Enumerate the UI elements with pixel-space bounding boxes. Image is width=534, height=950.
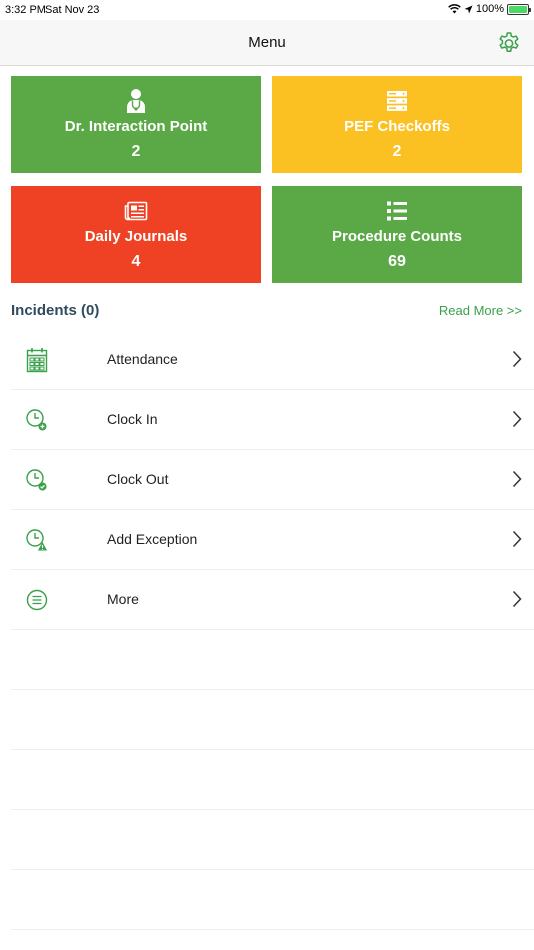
tile-label: Dr. Interaction Point bbox=[64, 117, 208, 135]
menu-item-more[interactable]: More bbox=[11, 570, 534, 630]
location-arrow-icon bbox=[464, 5, 473, 13]
chevron-right-icon bbox=[512, 590, 522, 608]
incidents-header: Incidents (0) Read More >> bbox=[11, 301, 522, 321]
tile-pef-checkoffs[interactable]: PEF Checkoffs 2 bbox=[272, 76, 522, 173]
tile-count: 4 bbox=[131, 252, 141, 270]
clock-check-icon bbox=[26, 469, 47, 491]
menu-item-clock-out[interactable]: Clock Out bbox=[11, 450, 534, 510]
tile-count: 69 bbox=[388, 252, 406, 270]
battery-percent: 100% bbox=[475, 3, 504, 15]
dashboard-tiles: Dr. Interaction Point 2 PEF Checkoffs 2 bbox=[11, 76, 522, 283]
incidents-title: Incidents (0) bbox=[11, 302, 100, 319]
newspaper-icon bbox=[124, 201, 148, 220]
tile-procedure-counts[interactable]: Procedure Counts 69 bbox=[272, 186, 522, 283]
chevron-right-icon bbox=[512, 350, 522, 368]
chevron-right-icon bbox=[512, 470, 522, 488]
page-title: Menu bbox=[248, 34, 286, 51]
settings-button[interactable] bbox=[496, 28, 522, 56]
status-date: Sat Nov 23 bbox=[45, 4, 100, 16]
tile-daily-journals[interactable]: Daily Journals 4 bbox=[11, 186, 261, 283]
navigation-bar: Menu bbox=[0, 20, 534, 66]
menu-item-label: Attendance bbox=[107, 351, 178, 367]
empty-list-row bbox=[11, 870, 534, 930]
status-indicators: 100% bbox=[448, 3, 531, 15]
chevron-right-icon bbox=[512, 410, 522, 428]
menu-item-label: Clock In bbox=[107, 411, 158, 427]
clock-warning-icon bbox=[26, 529, 47, 551]
menu-list: Attendance Clock In Clock Out Add Except… bbox=[11, 330, 534, 930]
menu-item-add-exception[interactable]: Add Exception bbox=[11, 510, 534, 570]
empty-list-row bbox=[11, 750, 534, 810]
gear-icon bbox=[499, 32, 519, 52]
menu-item-label: Clock Out bbox=[107, 471, 169, 487]
menu-item-clock-in[interactable]: Clock In bbox=[11, 390, 534, 450]
chevron-right-icon bbox=[512, 530, 522, 548]
status-bar: 3:32 PM Sat Nov 23 100% bbox=[0, 0, 534, 20]
calendar-icon bbox=[26, 348, 48, 373]
tile-label: PEF Checkoffs bbox=[344, 117, 450, 135]
menu-item-label: Add Exception bbox=[107, 531, 198, 547]
battery-icon bbox=[507, 3, 531, 15]
empty-list-row bbox=[11, 690, 534, 750]
tile-count: 2 bbox=[131, 142, 141, 160]
empty-list-row bbox=[11, 810, 534, 870]
tile-dr-interaction-point[interactable]: Dr. Interaction Point 2 bbox=[11, 76, 261, 173]
wifi-icon bbox=[448, 4, 461, 14]
menu-item-attendance[interactable]: Attendance bbox=[11, 330, 534, 390]
list-icon bbox=[387, 201, 407, 220]
empty-list-row bbox=[11, 630, 534, 690]
doctor-icon bbox=[127, 88, 145, 113]
menu-lines-icon bbox=[26, 589, 48, 611]
status-time: 3:32 PM bbox=[5, 4, 46, 16]
tile-count: 2 bbox=[392, 142, 402, 160]
read-more-link[interactable]: Read More >> bbox=[439, 303, 522, 318]
clock-plus-icon bbox=[26, 409, 47, 431]
server-icon bbox=[387, 90, 407, 111]
tile-label: Daily Journals bbox=[84, 227, 188, 245]
tile-label: Procedure Counts bbox=[331, 227, 463, 245]
menu-item-label: More bbox=[107, 591, 139, 607]
